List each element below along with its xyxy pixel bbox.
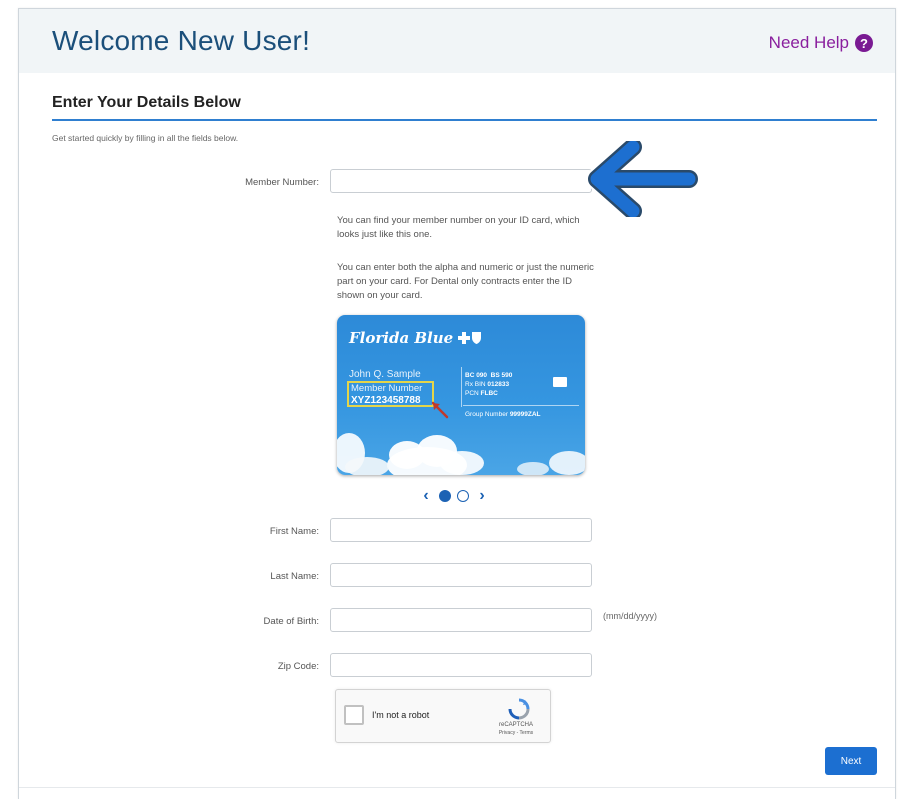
card-rx-bin: 012833 [487, 381, 510, 388]
zip-code-input[interactable] [330, 653, 592, 677]
arrow-left-icon [586, 141, 699, 217]
card-chip-icon [553, 377, 567, 387]
member-number-help-1: You can find your member number on your … [337, 215, 580, 240]
member-number-label: Member Number: [245, 177, 319, 188]
next-button[interactable]: Next [825, 747, 877, 775]
member-number-help-2: You can enter both the alpha and numeric… [337, 262, 594, 301]
page-header: Welcome New User! Need Help ? [19, 9, 895, 73]
recaptcha-brand: reCAPTCHA [498, 722, 533, 728]
carousel-dot-1[interactable] [439, 490, 451, 502]
carousel-dot-2[interactable] [457, 490, 469, 502]
bottom-divider [19, 787, 895, 788]
card-plan-codes: BC 090 BS 590 Rx BIN 012833 PCN FLBC [465, 371, 512, 398]
page-title: Welcome New User! [52, 25, 311, 56]
card-brand: Florida Blue [349, 329, 454, 347]
need-help-link[interactable]: Need Help ? [769, 33, 873, 53]
card-group-value: 99999ZAL [509, 411, 541, 418]
card-divider-vertical [461, 367, 462, 407]
dob-format-hint: (mm/dd/yyyy) [603, 611, 657, 621]
card-rx-bin-label: Rx BIN [465, 381, 486, 388]
recaptcha-logo-icon [508, 698, 530, 720]
card-bc: BC 090 [465, 372, 488, 379]
member-number-input[interactable] [330, 169, 592, 193]
first-name-label: First Name: [269, 526, 319, 537]
pointer-arrow-icon [431, 401, 449, 419]
card-pcn-label: PCN [465, 390, 479, 397]
first-name-input[interactable] [330, 518, 592, 542]
card-carousel-controls: ‹ › [419, 487, 489, 505]
last-name-input[interactable] [330, 563, 592, 587]
chevron-left-icon[interactable]: ‹ [419, 487, 433, 505]
dob-label: Date of Birth: [263, 616, 319, 627]
recaptcha-checkbox[interactable] [344, 705, 364, 725]
card-member-number-label: Member Number [351, 383, 423, 394]
card-holder-name: John Q. Sample [349, 369, 421, 380]
need-help-label: Need Help [768, 33, 849, 52]
question-circle-icon: ? [855, 34, 873, 52]
clouds-illustration [337, 433, 585, 475]
chevron-right-icon[interactable]: › [475, 487, 489, 505]
section-title: Enter Your Details Below [52, 94, 241, 111]
blue-cross-shield-icon [458, 332, 481, 344]
card-member-number: XYZ123458788 [351, 395, 421, 406]
page-frame: Welcome New User! Need Help ? Enter Your… [18, 8, 896, 799]
zip-code-label: Zip Code: [277, 661, 319, 672]
dob-input[interactable] [330, 608, 592, 632]
card-pcn: FLBC [480, 390, 498, 397]
sample-id-card: Florida Blue John Q. Sample Member Numbe… [337, 315, 585, 475]
section-subtitle: Get started quickly by filling in all th… [52, 133, 239, 143]
section-divider [52, 119, 877, 121]
recaptcha-links[interactable]: Privacy - Terms [486, 730, 546, 736]
card-bs: BS 590 [490, 372, 513, 379]
last-name-label: Last Name: [270, 571, 319, 582]
recaptcha-widget: I'm not a robot reCAPTCHA Privacy - Term… [335, 689, 551, 743]
recaptcha-label: I'm not a robot [372, 710, 430, 720]
card-divider [463, 405, 579, 406]
card-group-label: Group Number [465, 411, 508, 418]
card-group-number: Group Number 99999ZAL [465, 411, 541, 418]
